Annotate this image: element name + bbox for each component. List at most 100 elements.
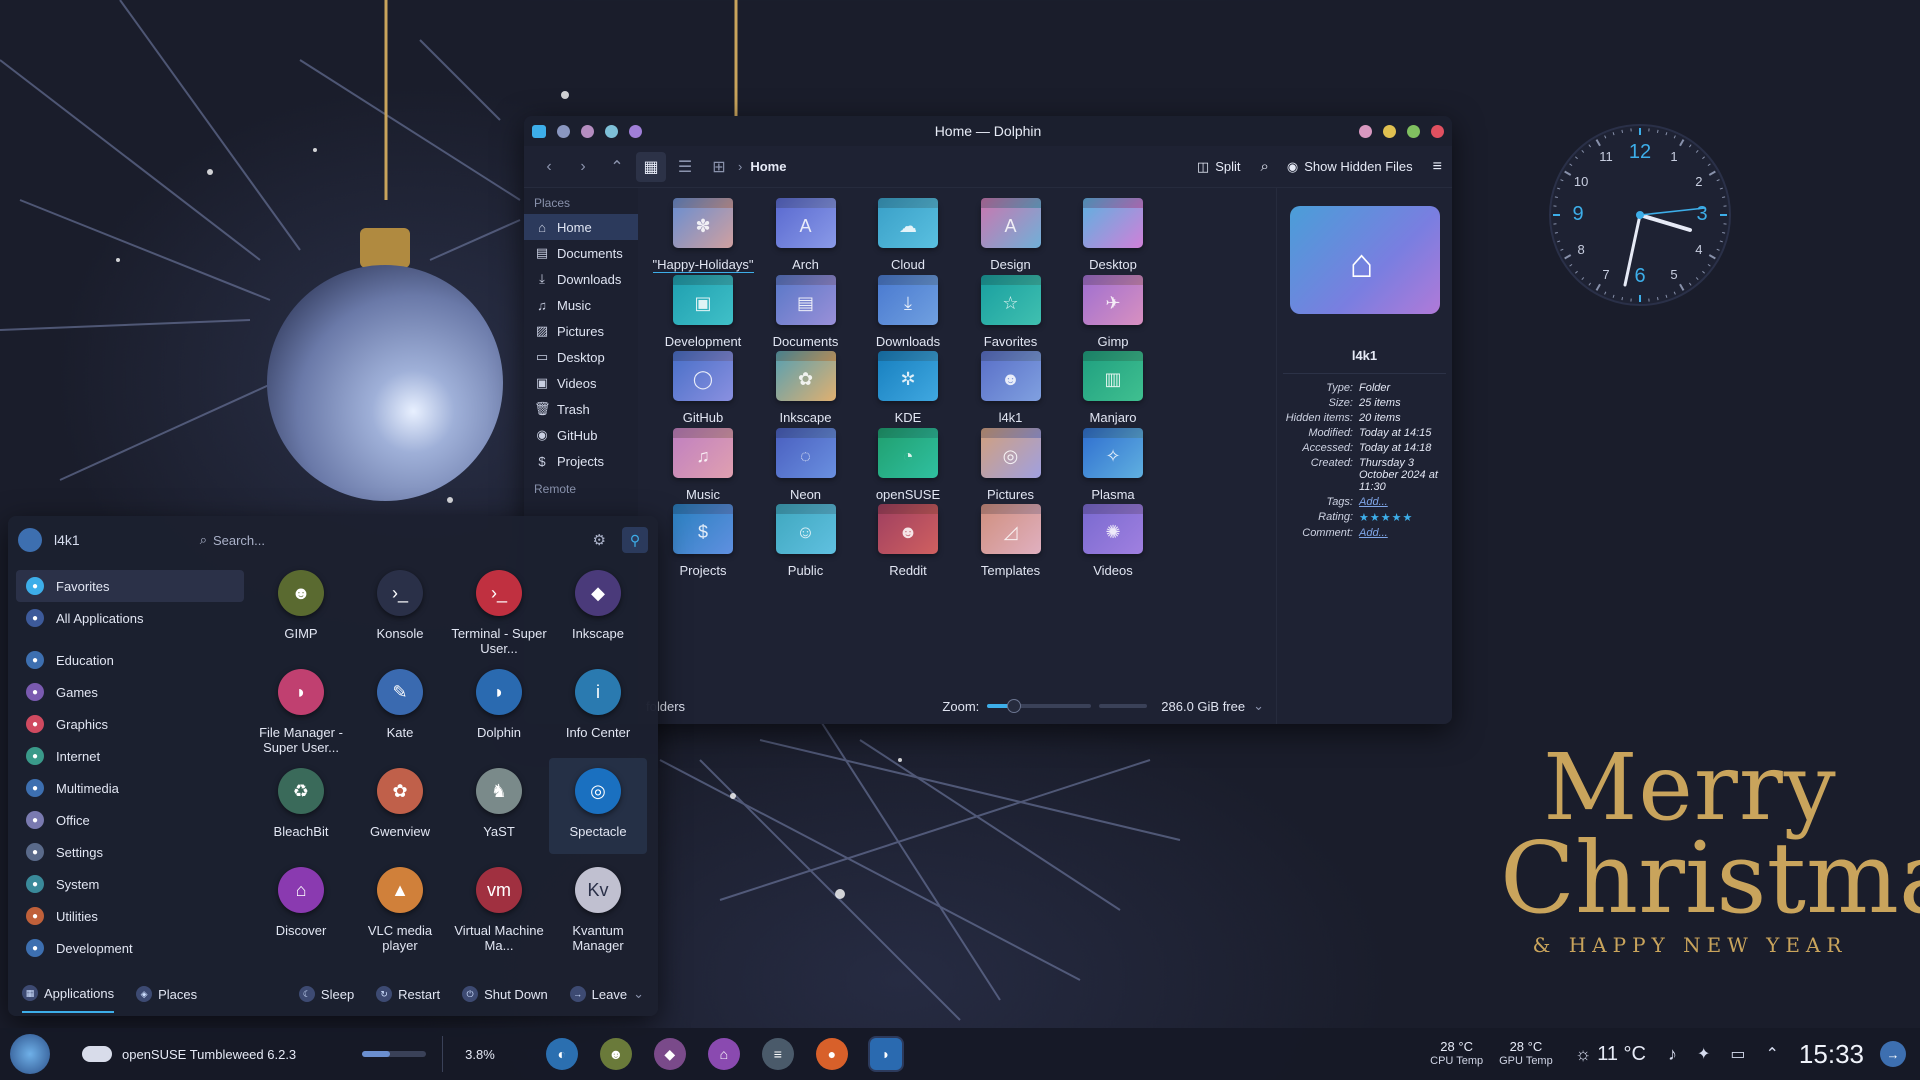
comment-add-link[interactable]: Add... — [1359, 527, 1452, 539]
category-development[interactable]: ● Development — [16, 932, 244, 964]
app-file-manager-super-user[interactable]: ◗ File Manager - Super User... — [252, 669, 350, 755]
folder-item[interactable]: ◌ Neon — [747, 431, 865, 502]
display-icon[interactable]: ▭ — [1730, 1044, 1745, 1064]
app-vlc-media-player[interactable]: ▲ VLC media player — [351, 867, 449, 953]
chevron-up-icon[interactable]: ⌃ — [1766, 1044, 1779, 1064]
kinfocenter-taskbar-icon[interactable]: ◐ — [545, 1038, 578, 1070]
folder-item[interactable]: ⤓ Downloads — [849, 278, 967, 349]
rating-stars[interactable]: ★★★★★ — [1359, 511, 1452, 524]
folder-item[interactable]: ✽ "Happy-Holidays" — [644, 202, 762, 274]
forward-icon[interactable]: › — [568, 152, 598, 182]
folder-item[interactable]: ♫ Music — [644, 431, 762, 502]
folder-item[interactable]: ☻ l4k1 — [952, 355, 1070, 425]
leave-button[interactable]: → Leave ⌄ — [569, 986, 644, 1002]
folder-item[interactable]: ▤ Documents — [747, 278, 865, 349]
folder-item[interactable]: ▣ Development — [644, 278, 762, 349]
category-internet[interactable]: ● Internet — [16, 740, 244, 772]
app-spectacle[interactable]: ◎ Spectacle — [549, 758, 647, 854]
gpu-temp-widget[interactable]: 28 °C GPU Temp — [1499, 1040, 1553, 1068]
sidebar-item-documents[interactable]: ▤ Documents — [524, 240, 638, 266]
close-icon[interactable] — [1431, 124, 1444, 138]
folder-item[interactable]: ◯ GitHub — [644, 355, 762, 425]
volume-icon[interactable]: ♪ — [1668, 1044, 1677, 1065]
menu-dot-icon[interactable] — [557, 124, 570, 138]
launcher-button[interactable] — [10, 1034, 50, 1074]
zoom-slider[interactable] — [987, 699, 1092, 713]
sidebar-item-github[interactable]: ◉ GitHub — [524, 422, 638, 448]
folder-item[interactable]: A Design — [952, 202, 1070, 272]
maximize-icon[interactable] — [1407, 124, 1420, 138]
tags-add-link[interactable]: Add... — [1359, 496, 1452, 508]
folder-item[interactable]: ◔ openSUSE — [849, 431, 967, 502]
cpu-temp-widget[interactable]: 28 °C CPU Temp — [1430, 1040, 1483, 1068]
settings-icon[interactable]: ⚙ — [593, 531, 606, 549]
network-icon[interactable]: ✦ — [1697, 1044, 1710, 1064]
shutdown-button[interactable]: ⏻ Shut Down — [462, 986, 548, 1002]
app-yast[interactable]: ♞ YaST — [450, 768, 548, 839]
folder-item[interactable]: ✿ Inkscape — [747, 355, 865, 425]
chevron-down-icon[interactable]: ⌄ — [1253, 698, 1264, 714]
app-virtual-machine-ma[interactable]: vm Virtual Machine Ma... — [450, 867, 548, 953]
minimize-icon[interactable] — [1383, 124, 1396, 138]
avatar[interactable] — [18, 528, 42, 552]
app-discover[interactable]: ⌂ Discover — [252, 867, 350, 938]
sidebar-item-trash[interactable]: 🗑 Trash — [524, 396, 638, 422]
folder-item[interactable]: Desktop — [1054, 202, 1172, 272]
all-desktops-icon[interactable] — [629, 124, 642, 138]
places-tab[interactable]: ◈ Places — [136, 986, 197, 1002]
sidebar-item-music[interactable]: ♫ Music — [524, 292, 638, 318]
discover-taskbar-icon[interactable]: ⌂ — [707, 1038, 740, 1070]
sidebar-item-pictures[interactable]: ▨ Pictures — [524, 318, 638, 344]
back-icon[interactable]: ‹ — [534, 152, 564, 182]
show-desktop-icon[interactable]: → — [1880, 1041, 1906, 1067]
restart-button[interactable]: ↻ Restart — [376, 986, 440, 1002]
gimp-taskbar-icon[interactable]: ☻ — [599, 1038, 632, 1070]
category-utilities[interactable]: ● Utilities — [16, 900, 244, 932]
sidebar-item-projects[interactable]: $ Projects — [524, 448, 638, 474]
weather-icon[interactable]: ☼ — [1575, 1044, 1592, 1065]
inkscape-taskbar-icon[interactable]: ◆ — [653, 1038, 686, 1070]
applications-tab[interactable]: ▦ Applications — [22, 985, 115, 1013]
toggle-icon[interactable] — [82, 1046, 112, 1062]
folder-item[interactable]: ☻ Reddit — [849, 508, 967, 578]
icons-view-icon[interactable]: ▦ — [636, 151, 666, 182]
app-terminal-super-user[interactable]: ›_ Terminal - Super User... — [450, 570, 548, 656]
search-icon[interactable]: ⌕ — [1261, 158, 1269, 175]
details-view-icon[interactable]: ☰ — [670, 152, 700, 182]
search-field[interactable]: ⌕ Search... — [200, 532, 520, 548]
folder-item[interactable]: $ Projects — [644, 508, 762, 578]
sleep-button[interactable]: ☾ Sleep — [298, 986, 354, 1002]
breadcrumb[interactable]: Home — [750, 159, 786, 174]
category-games[interactable]: ● Games — [16, 676, 244, 708]
category-favorites[interactable]: ● Favorites — [16, 570, 244, 602]
app-icon[interactable] — [532, 124, 546, 138]
compact-view-icon[interactable]: ⊞ — [704, 152, 734, 182]
folder-item[interactable]: ✲ KDE — [849, 355, 967, 425]
title-bar[interactable]: Home — Dolphin — [524, 116, 1452, 146]
folder-item[interactable]: ▥ Manjaro — [1054, 355, 1172, 425]
app-inkscape[interactable]: ◆ Inkscape — [549, 570, 647, 641]
folder-item[interactable]: ☆ Favorites — [952, 278, 1070, 349]
folder-item[interactable]: ◿ Templates — [952, 508, 1070, 578]
firefox-taskbar-icon[interactable]: ● — [815, 1038, 848, 1070]
sidebar-item-videos[interactable]: ▣ Videos — [524, 370, 638, 396]
keep-above-icon[interactable] — [581, 124, 594, 138]
digital-clock[interactable]: 15:33 — [1799, 1039, 1864, 1070]
category-multimedia[interactable]: ● Multimedia — [16, 772, 244, 804]
folder-item[interactable]: A Arch — [747, 202, 865, 272]
app-info-center[interactable]: i Info Center — [549, 669, 647, 740]
app-gimp[interactable]: ☻ GIMP — [252, 570, 350, 641]
folder-item[interactable]: ✺ Videos — [1054, 508, 1172, 578]
app-konsole[interactable]: ›_ Konsole — [351, 570, 449, 641]
app-kvantum-manager[interactable]: Kv Kvantum Manager — [549, 867, 647, 953]
dolphin-taskbar-icon[interactable]: ◗ — [869, 1038, 902, 1070]
category-system[interactable]: ● System — [16, 868, 244, 900]
category-office[interactable]: ● Office — [16, 804, 244, 836]
help-icon[interactable] — [1359, 124, 1372, 138]
up-icon[interactable]: ⌃ — [602, 152, 632, 182]
app-bleachbit[interactable]: ♻ BleachBit — [252, 768, 350, 839]
sidebar-item-home[interactable]: ⌂ Home — [524, 214, 638, 240]
free-space[interactable]: 286.0 GiB free — [1161, 699, 1245, 714]
folder-item[interactable]: ◎ Pictures — [952, 431, 1070, 502]
sidebar-item-desktop[interactable]: ▭ Desktop — [524, 344, 638, 370]
